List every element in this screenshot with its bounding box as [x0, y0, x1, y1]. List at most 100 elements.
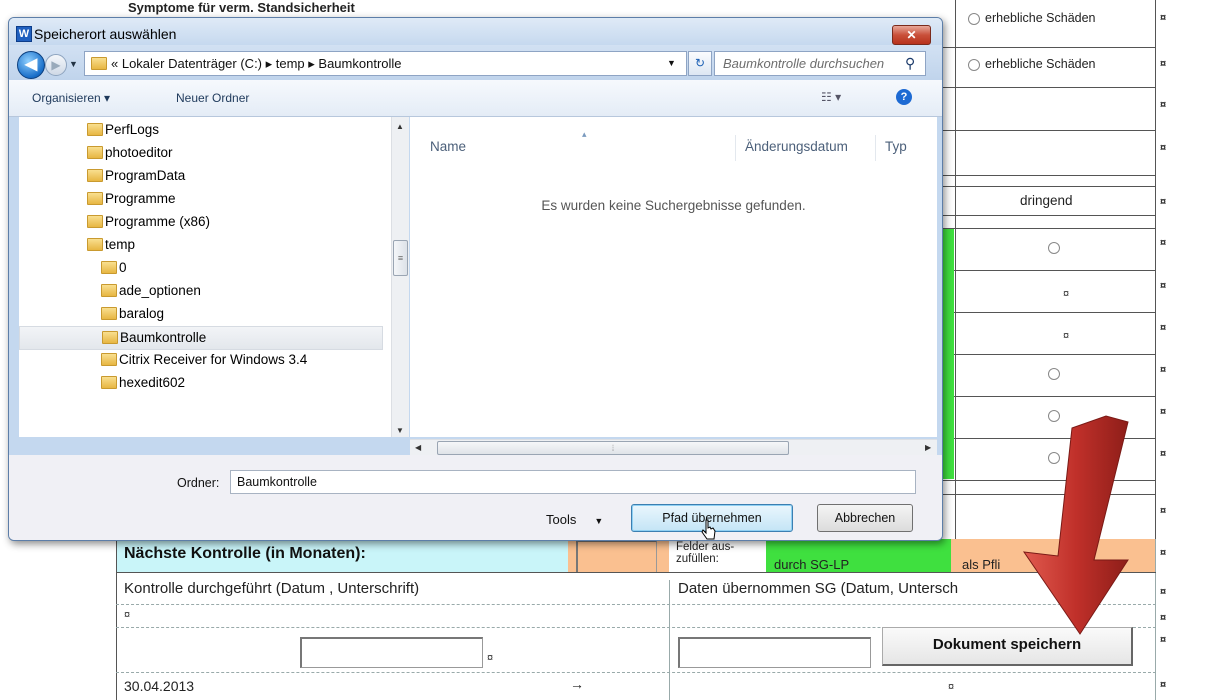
close-button[interactable]: ✕	[892, 25, 931, 45]
grid-line	[941, 47, 1156, 48]
recent-locations-dropdown[interactable]: ▼	[69, 59, 78, 69]
help-icon[interactable]: ?	[896, 89, 912, 105]
folder-icon	[87, 169, 103, 182]
cell-marker: ¤	[1160, 612, 1167, 624]
tree-item[interactable]: photoeditor	[19, 142, 381, 164]
folder-icon	[101, 376, 117, 389]
tree-item[interactable]: PerfLogs	[19, 119, 381, 141]
months-input[interactable]	[576, 540, 657, 573]
signature-input[interactable]	[300, 637, 483, 668]
cell-marker: ¤	[1160, 196, 1167, 208]
refresh-button[interactable]: ↻	[688, 51, 712, 76]
radio-option[interactable]	[968, 59, 980, 71]
folder-icon	[101, 261, 117, 274]
data-taken-label: Daten übernommen SG (Datum, Untersch	[678, 580, 959, 597]
tree-item-label: Citrix Receiver for Windows 3.4	[119, 352, 308, 367]
tree-item[interactable]: 0	[19, 257, 381, 279]
tree-item[interactable]: temp	[19, 234, 381, 256]
radio-option[interactable]	[968, 13, 980, 25]
by-sg-label: durch SG-LP	[774, 557, 850, 572]
folder-label: Ordner:	[177, 476, 220, 490]
tree-item-label: ProgramData	[105, 168, 186, 183]
urgency-label: dringend	[1020, 193, 1073, 208]
grid-line	[941, 87, 1156, 88]
header-row-text: Symptome für verm. Standsicherheit	[128, 0, 355, 15]
folder-icon	[87, 215, 103, 228]
mouse-pointer-icon	[701, 519, 716, 540]
grid-line	[669, 580, 670, 700]
tree-item[interactable]: Baumkontrolle	[19, 326, 383, 350]
radio-option[interactable]	[1048, 368, 1060, 380]
search-icon[interactable]: ⚲	[905, 55, 915, 72]
grid-line	[941, 396, 1156, 397]
address-bar[interactable]: « Lokaler Datenträger (C:) ▸ temp ▸ Baum…	[84, 51, 687, 76]
tools-menu[interactable]: Tools ▼	[546, 512, 603, 527]
tree-item[interactable]: ade_optionen	[19, 280, 381, 302]
as-pfl-label: als Pfli	[962, 557, 1001, 572]
scroll-up-arrow[interactable]: ▲	[396, 122, 404, 131]
tree-vertical-scrollbar[interactable]	[391, 117, 409, 437]
fill-in-line-1: Felder aus-	[676, 541, 735, 553]
tree-item[interactable]: ProgramData	[19, 165, 381, 187]
tree-scroll-thumb[interactable]: ≡	[393, 240, 408, 276]
folder-icon	[91, 57, 107, 70]
grid-line	[116, 539, 117, 700]
tree-item[interactable]: baralog	[19, 303, 381, 325]
cell-marker: ¤	[1160, 280, 1167, 292]
folder-icon	[87, 238, 103, 251]
tree-item-label: 0	[119, 260, 127, 275]
folder-tree[interactable]: PerfLogs photoeditor ProgramData Programme P…	[19, 117, 397, 437]
radio-option[interactable]	[1048, 242, 1060, 254]
column-separator[interactable]	[875, 135, 876, 161]
folder-icon	[87, 146, 103, 159]
word-app-icon: W	[16, 26, 32, 42]
sg-signature-input[interactable]	[678, 637, 871, 668]
forward-button[interactable]: ▶	[45, 54, 67, 76]
cell-marker: ¤	[1160, 547, 1167, 559]
folder-input[interactable]: Baumkontrolle	[230, 470, 916, 494]
cell-marker: ¤	[1160, 58, 1167, 70]
dialog-titlebar[interactable]: W Speicherort auswählen ✕	[9, 18, 942, 45]
scroll-down-arrow[interactable]: ▼	[396, 426, 404, 435]
folder-icon	[101, 284, 117, 297]
new-folder-button[interactable]: Neuer Ordner	[176, 91, 249, 105]
cell-marker: ¤	[1160, 586, 1167, 598]
grid-line	[941, 130, 1156, 131]
grid-line	[941, 270, 1156, 271]
cell-marker: ¤	[1063, 330, 1070, 342]
folder-input-value: Baumkontrolle	[237, 475, 317, 489]
column-name[interactable]: Name	[430, 139, 466, 154]
dialog-title: Speicherort auswählen	[34, 26, 177, 42]
navigation-bar: ◀ ▶ ▼ « Lokaler Datenträger (C:) ▸ temp …	[9, 45, 942, 80]
grid-line	[941, 186, 1156, 187]
column-type[interactable]: Typ	[885, 139, 907, 154]
option-label: erhebliche Schäden	[985, 57, 1096, 71]
file-list-scroll-thumb[interactable]: ⦙	[437, 441, 789, 455]
tree-item-label: baralog	[119, 306, 165, 321]
scroll-left-arrow[interactable]: ◀	[415, 443, 421, 452]
column-date[interactable]: Änderungsdatum	[745, 139, 848, 154]
sort-arrow-icon: ▴	[582, 129, 587, 139]
column-separator[interactable]	[735, 135, 736, 161]
tree-item-label: Programme	[105, 191, 176, 206]
file-list[interactable]: Name ▴ Änderungsdatum Typ Es wurden kein…	[410, 117, 937, 437]
tree-item[interactable]: Citrix Receiver for Windows 3.4	[19, 349, 381, 371]
cell-marker: ¤	[1160, 679, 1167, 691]
folder-icon	[101, 307, 117, 320]
tools-label: Tools	[546, 512, 577, 527]
tree-item[interactable]: Programme	[19, 188, 381, 210]
folder-icon	[87, 123, 103, 136]
tree-item[interactable]: Programme (x86)	[19, 211, 381, 233]
search-box[interactable]: Baumkontrolle durchsuchen ⚲	[714, 51, 926, 76]
back-button[interactable]: ◀	[17, 51, 45, 79]
folder-icon	[102, 331, 118, 344]
tree-item[interactable]: hexedit602	[19, 372, 381, 394]
folder-icon	[87, 192, 103, 205]
cell-marker: ¤	[1160, 406, 1167, 418]
chevron-down-icon[interactable]: ▼	[667, 58, 676, 68]
view-options-icon[interactable]: ☷ ▾	[821, 90, 841, 104]
red-arrow-icon	[1022, 415, 1129, 635]
organize-menu[interactable]: Organisieren ▾	[32, 91, 110, 105]
scroll-right-arrow[interactable]: ▶	[925, 443, 931, 452]
cancel-button[interactable]: Abbrechen	[817, 504, 913, 532]
